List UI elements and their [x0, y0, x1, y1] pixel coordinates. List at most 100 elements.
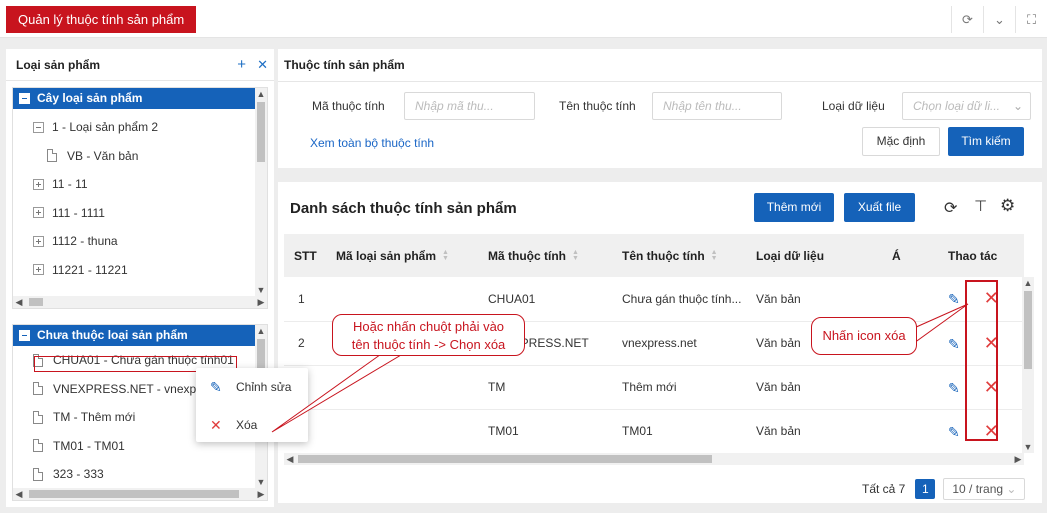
edit-icon: ✎ — [210, 378, 222, 395]
scroll-up-icon[interactable]: ▲ — [255, 325, 267, 337]
cell-truncated — [892, 277, 918, 322]
scroll-down-icon[interactable]: ▼ — [1022, 441, 1034, 453]
scroll-left-icon[interactable]: ◀ — [13, 296, 25, 308]
delete-icon-annotation: Nhấn icon xóa — [811, 317, 917, 355]
scroll-up-icon[interactable]: ▲ — [1022, 277, 1034, 289]
edit-icon[interactable]: ✎ — [948, 380, 960, 396]
refresh-icon[interactable]: ⟳ — [944, 198, 957, 218]
scroll-down-icon[interactable]: ▼ — [255, 476, 267, 488]
right-click-annotation: Hoặc nhấn chuột phải vào tên thuộc tính … — [332, 314, 525, 356]
scroll-up-icon[interactable]: ▲ — [255, 88, 267, 100]
add-icon[interactable]: + — [237, 49, 246, 81]
tree-header[interactable]: Cây loại sản phẩm — [13, 88, 267, 109]
fullscreen-icon[interactable]: ⛶ — [1015, 6, 1047, 33]
col-name[interactable]: Tên thuộc tính ▲ ▼ — [612, 234, 746, 277]
scroll-left-icon[interactable]: ◀ — [13, 488, 25, 500]
scroll-down-icon[interactable]: ▼ — [255, 284, 267, 296]
cell-category — [326, 365, 478, 410]
scroll-thumb[interactable] — [29, 490, 239, 498]
type-select-placeholder: Chọn loại dữ li... — [913, 99, 1000, 113]
tree-header-label: Cây loại sản phẩm — [37, 91, 143, 105]
col-category[interactable]: Mã loại sản phẩm ▲ ▼ — [326, 234, 478, 277]
page-tab[interactable]: Quản lý thuộc tính sản phẩm — [6, 6, 197, 33]
context-delete-item[interactable]: ✕ Xóa — [196, 406, 308, 444]
expand-icon[interactable] — [33, 207, 44, 219]
collapse-icon[interactable] — [19, 330, 30, 341]
chevron-down-icon: ⌄ — [1012, 99, 1023, 113]
add-new-button[interactable]: Thêm mới — [754, 193, 834, 222]
edit-icon[interactable]: ✎ — [948, 336, 960, 352]
cell-name: Chưa gán thuộc tính... — [612, 277, 746, 322]
default-button[interactable]: Mặc định — [862, 127, 940, 156]
column-height-icon[interactable]: ⊤ — [974, 197, 987, 215]
expand-icon[interactable] — [33, 264, 44, 276]
tree-horizontal-scrollbar[interactable]: ◀ ▶ — [13, 296, 267, 308]
view-all-link[interactable]: Xem toàn bộ thuộc tính — [310, 136, 434, 150]
tree-item[interactable]: 11221 - 11221 — [33, 256, 267, 285]
page-number[interactable]: 1 — [915, 479, 936, 499]
cell-type: Văn bản — [746, 365, 892, 410]
tree-item[interactable]: 1112 - thuna — [33, 227, 267, 256]
search-button[interactable]: Tìm kiếm — [948, 127, 1024, 156]
unassigned-item-label[interactable]: 323 - 333 — [53, 467, 104, 481]
collapse-icon[interactable] — [19, 93, 30, 104]
scroll-thumb[interactable] — [298, 455, 712, 463]
tree-item[interactable]: 1 - Loại sản phẩm 2 — [33, 113, 267, 142]
name-input[interactable]: Nhập tên thu... — [652, 92, 782, 120]
delete-icon: ✕ — [210, 416, 222, 433]
type-label: Loại dữ liệu — [822, 99, 885, 113]
sort-icon[interactable]: ▲ ▼ — [442, 249, 450, 262]
scroll-right-icon[interactable]: ▶ — [255, 488, 267, 500]
cell-truncated — [892, 365, 918, 410]
expand-icon[interactable] — [33, 178, 44, 190]
tree-item-label: 11221 - 11221 — [52, 262, 128, 277]
table-horizontal-scrollbar[interactable]: ◀ ▶ — [284, 453, 1024, 465]
tree-item[interactable]: 11 - 11 — [33, 170, 267, 199]
cell-code: TM01 — [478, 409, 612, 454]
edit-icon[interactable]: ✎ — [948, 291, 960, 307]
scroll-thumb[interactable] — [257, 102, 265, 162]
cell-stt: 1 — [284, 277, 326, 322]
table-row[interactable]: TM01 TM01 Văn bản ✎ ✕ — [284, 409, 1024, 454]
scroll-thumb[interactable] — [29, 298, 43, 306]
unassigned-header[interactable]: Chưa thuộc loại sản phẩm — [13, 325, 267, 346]
name-label: Tên thuộc tính — [559, 99, 636, 113]
document-icon — [33, 467, 43, 481]
unassigned-item-label[interactable]: TM01 - TM01 — [53, 439, 125, 453]
edit-icon[interactable]: ✎ — [948, 424, 960, 440]
tree-item[interactable]: 111 - 1111 — [33, 199, 267, 228]
code-input[interactable]: Nhập mã thu... — [404, 92, 535, 120]
table-row[interactable]: TM Thêm mới Văn bản ✎ ✕ — [284, 365, 1024, 410]
col-code[interactable]: Mã thuộc tính ▲ ▼ — [478, 234, 612, 277]
page-size-select[interactable]: 10 / trang ⌄ — [943, 478, 1026, 500]
col-type: Loại dữ liệu — [746, 234, 892, 277]
tree-vertical-scrollbar[interactable]: ▲ ▼ — [255, 88, 267, 296]
cell-name: Thêm mới — [612, 365, 746, 410]
chevron-down-icon[interactable]: ⌄ — [983, 6, 1015, 33]
refresh-icon[interactable]: ⟳ — [951, 6, 983, 33]
unassigned-item[interactable]: 323 - 333 — [33, 460, 267, 489]
table-vertical-scrollbar[interactable]: ▲ ▼ — [1022, 277, 1034, 453]
scroll-left-icon[interactable]: ◀ — [284, 453, 296, 465]
scroll-right-icon[interactable]: ▶ — [1012, 453, 1024, 465]
type-select[interactable]: Chọn loại dữ li... ⌄ — [902, 92, 1031, 120]
sort-icon[interactable]: ▲ ▼ — [711, 249, 719, 262]
table-header-row: STT Mã loại sản phẩm ▲ ▼ Mã thuộc tính ▲ ▼ T… — [284, 234, 1024, 277]
tree-item[interactable]: VB - Văn bản — [33, 142, 267, 171]
sort-icon[interactable]: ▲ ▼ — [572, 249, 580, 262]
collapse-icon[interactable] — [33, 121, 44, 133]
tree-item-label: 11 - 11 — [52, 177, 88, 192]
context-edit-item[interactable]: ✎ Chỉnh sửa — [196, 368, 308, 406]
scroll-right-icon[interactable]: ▶ — [255, 296, 267, 308]
unassigned-item-label[interactable]: TM - Thêm mới — [53, 410, 135, 424]
unassigned-horizontal-scrollbar[interactable]: ◀ ▶ — [13, 488, 267, 500]
settings-icon[interactable]: ⚙ — [1000, 196, 1015, 216]
export-button[interactable]: Xuất file — [844, 193, 915, 222]
pagination: Tất cả 7 1 10 / trang ⌄ — [862, 478, 1026, 500]
top-actions: ⟳ ⌄ ⛶ — [951, 6, 1047, 33]
unassigned-header-label: Chưa thuộc loại sản phẩm — [37, 328, 188, 342]
expand-icon[interactable] — [33, 235, 44, 247]
close-icon[interactable]: ✕ — [257, 49, 268, 81]
scroll-thumb[interactable] — [1024, 291, 1032, 369]
chevron-down-icon: ⌄ — [1006, 482, 1017, 496]
